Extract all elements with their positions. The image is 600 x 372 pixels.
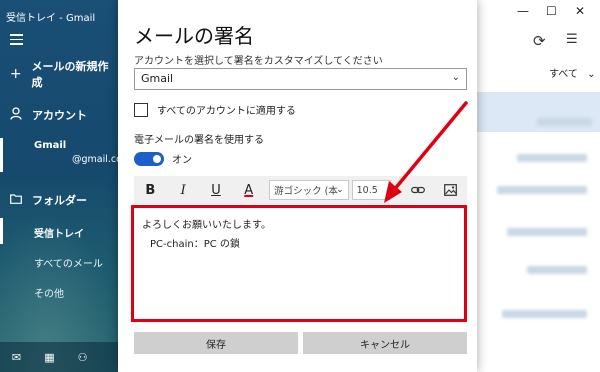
calendar-icon[interactable]: ▦ (33, 351, 66, 364)
use-signature-label: 電子メールの署名を使用する (134, 135, 264, 146)
underline-button[interactable]: U (200, 176, 233, 204)
folder-inbox[interactable]: 受信トレイ (34, 225, 84, 240)
font-family-select[interactable]: 游ゴシック (本 ⌄ (269, 180, 349, 200)
apply-all-checkbox[interactable] (134, 102, 148, 117)
account-name[interactable]: Gmail (34, 140, 66, 151)
message-row[interactable] (477, 176, 600, 212)
account-email[interactable]: @gmail.com (72, 154, 118, 165)
apply-all-label: すべてのアカウントに適用する (157, 106, 296, 117)
bold-button[interactable]: B (134, 176, 167, 204)
mail-icon[interactable]: ✉ (0, 351, 33, 364)
accounts-header-label: アカウント (32, 109, 87, 122)
hamburger-menu-icon[interactable] (10, 34, 23, 48)
sync-icon[interactable]: ⟳ (533, 32, 546, 50)
new-mail-label: メールの新規作成 (31, 60, 109, 89)
maximize-icon[interactable]: ☐ (546, 4, 557, 18)
font-color-button[interactable]: A (232, 176, 265, 204)
folder-all-mail[interactable]: すべてのメール (34, 255, 103, 270)
account-selection-indicator (0, 138, 3, 172)
apply-all-accounts-option[interactable]: すべてのアカウントに適用する (134, 102, 296, 117)
dialog-title: メールの署名 (134, 24, 254, 48)
cancel-button[interactable]: キャンセル (303, 332, 467, 354)
select-mode-icon[interactable]: ☰ (566, 32, 578, 47)
message-row[interactable] (477, 300, 600, 336)
folder-icon (0, 192, 32, 208)
folders-header-label: フォルダー (32, 194, 87, 207)
bottom-nav: ✉ ▦ ⚇ (0, 342, 118, 372)
insert-image-icon[interactable] (434, 176, 467, 204)
minimize-icon[interactable]: — (517, 4, 529, 18)
insert-link-icon[interactable] (401, 176, 434, 204)
message-row[interactable] (477, 140, 600, 176)
toggle-state-label: オン (172, 155, 192, 166)
accounts-header[interactable]: アカウント (0, 102, 118, 128)
font-family-value: 游ゴシック (本 (274, 186, 338, 197)
person-icon (0, 106, 32, 124)
message-row-selected[interactable] (477, 92, 600, 132)
window-title: 受信トレイ - Gmail (6, 13, 96, 24)
folder-other[interactable]: その他 (34, 285, 64, 300)
save-button[interactable]: 保存 (134, 332, 298, 354)
people-icon[interactable]: ⚇ (66, 351, 99, 364)
message-filter-dropdown[interactable]: すべて ⌄ (549, 65, 595, 80)
new-mail-button[interactable]: + メールの新規作成 (0, 60, 118, 89)
message-row[interactable] (477, 256, 600, 292)
highlight-box (131, 205, 467, 322)
font-size-value: 10.5 (356, 184, 378, 196)
chevron-down-icon: ⌄ (587, 69, 596, 80)
font-size-select[interactable]: 10.5 (351, 180, 392, 200)
account-select-value: Gmail (141, 72, 174, 85)
mail-app-window: 受信トレイ - Gmail + メールの新規作成 アカウント Gmail @gm… (0, 0, 600, 372)
plus-icon: + (9, 66, 22, 82)
folder-selection-indicator (0, 218, 3, 244)
chevron-down-icon: ⌄ (336, 185, 344, 195)
message-row[interactable] (477, 216, 600, 252)
formatting-toolbar: B I U A 游ゴシック (本 ⌄ 10.5 (134, 176, 467, 204)
use-signature-toggle[interactable] (134, 151, 164, 166)
use-signature-toggle-row: オン (134, 151, 192, 166)
filter-label: すべて (549, 69, 578, 80)
account-select[interactable]: Gmail ⌄ (134, 68, 467, 90)
dialog-subtitle: アカウントを選択して署名をカスタマイズしてください (134, 56, 383, 67)
chevron-down-icon: ⌄ (451, 72, 460, 83)
folders-header[interactable]: フォルダー (0, 187, 118, 213)
italic-button[interactable]: I (167, 176, 200, 204)
close-icon[interactable]: ✕ (575, 4, 585, 18)
navigation-sidebar: 受信トレイ - Gmail + メールの新規作成 アカウント Gmail @gm… (0, 0, 118, 372)
